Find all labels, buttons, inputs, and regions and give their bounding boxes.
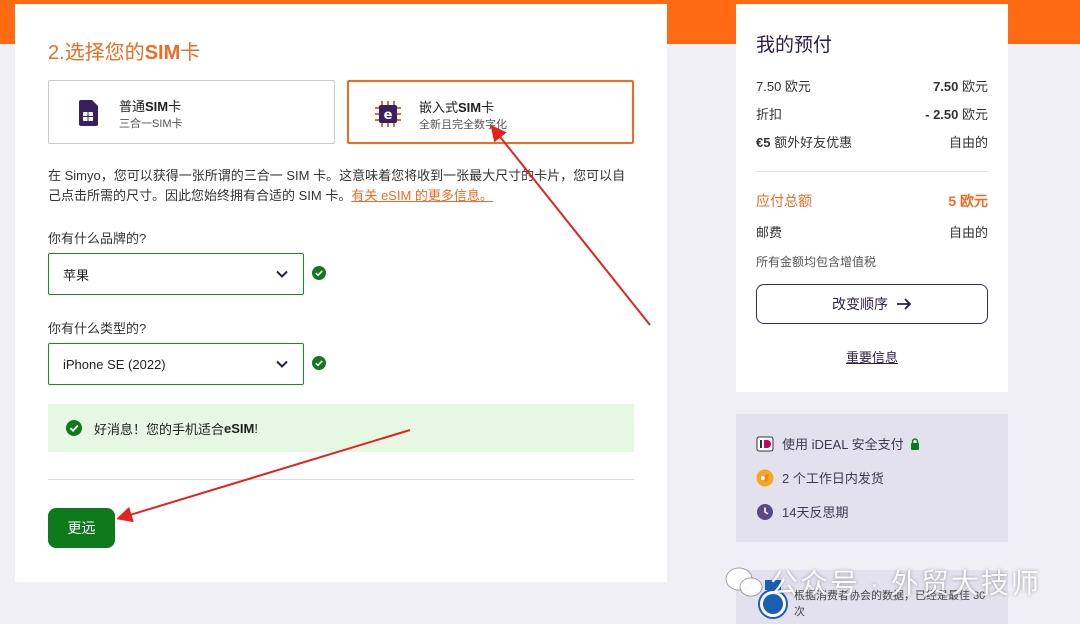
sim-option-name: 嵌入式SIM卡 <box>419 100 495 115</box>
postnl-icon <box>756 469 774 486</box>
check-circle-icon <box>66 420 82 436</box>
divider <box>756 171 988 172</box>
check-circle-icon <box>312 356 326 370</box>
watermark: 公众号 · 外贸大技师 <box>724 562 1041 602</box>
features-card: 使用 iDEAL 安全支付 2 个工作日内发货 14天反思期 <box>736 414 1008 542</box>
check-circle-icon <box>312 266 326 280</box>
clock-icon <box>757 503 773 520</box>
sim-option-subtitle: 全新且完全数字化 <box>419 119 507 131</box>
chevron-down-icon <box>276 270 288 278</box>
sim-option-esim[interactable]: e 嵌入式SIM卡 全新且完全数字化 <box>347 80 634 144</box>
summary-total: 应付总额 5 欧元 <box>756 193 988 209</box>
wechat-icon <box>725 567 763 597</box>
feature-reflection-period: 14天反思期 <box>756 502 848 521</box>
brand-select[interactable]: 苹果 <box>48 253 304 295</box>
step-title: 2.选择您的SIM卡 <box>48 42 201 64</box>
sim-option-subtitle: 三合一SIM卡 <box>119 118 183 130</box>
sim-option-regular[interactable]: 普通SIM卡 三合一SIM卡 <box>48 80 335 144</box>
brand-question-label: 你有什么品牌的? <box>48 231 147 246</box>
chevron-down-icon <box>276 360 288 368</box>
lock-icon <box>910 437 919 450</box>
next-button[interactable]: 更远 <box>48 508 115 548</box>
esim-chip-icon: e <box>375 101 401 127</box>
esim-info-link[interactable]: 有关 eSIM 的更多信息。 <box>351 188 493 203</box>
summary-row-friend-offer: €5 额外好友优惠 自由的 <box>756 135 988 150</box>
important-info-link[interactable]: 重要信息 <box>736 347 1008 366</box>
svg-text:e: e <box>384 108 393 123</box>
sim-option-name: 普通SIM卡 <box>119 99 182 114</box>
change-order-button[interactable]: 改变顺序 <box>756 284 988 324</box>
compatibility-message: 好消息！您的手机适合 eSIM! <box>48 404 634 452</box>
type-question-label: 你有什么类型的? <box>48 321 147 336</box>
model-select[interactable]: iPhone SE (2022) <box>48 343 304 385</box>
sim-description: 在 Simyo，您可以获得一张所谓的三合一 SIM 卡。这意味着您将收到一张最大… <box>48 168 626 203</box>
vat-note: 所有金额均包含增值税 <box>756 255 877 269</box>
ideal-icon <box>756 436 774 451</box>
summary-title: 我的预付 <box>756 35 833 56</box>
divider <box>48 479 634 480</box>
feature-secure-payment: 使用 iDEAL 安全支付 <box>756 434 920 453</box>
summary-shipping: 邮费 自由的 <box>756 225 988 240</box>
order-summary-card: 我的预付 7.50 欧元 7.50 欧元 折扣 - 2.50 欧元 €5 额外好… <box>736 4 1008 392</box>
summary-row-discount: 折扣 - 2.50 欧元 <box>756 107 988 122</box>
feature-shipping: 2 个工作日内发货 <box>756 468 884 487</box>
summary-row-price: 7.50 欧元 7.50 欧元 <box>756 79 988 94</box>
sim-selection-card: 2.选择您的SIM卡 普通SIM卡 三合一SIM卡 e 嵌入式SIM卡 全新且完… <box>15 4 667 582</box>
arrow-right-icon <box>897 298 912 310</box>
sim-card-icon <box>79 100 98 126</box>
